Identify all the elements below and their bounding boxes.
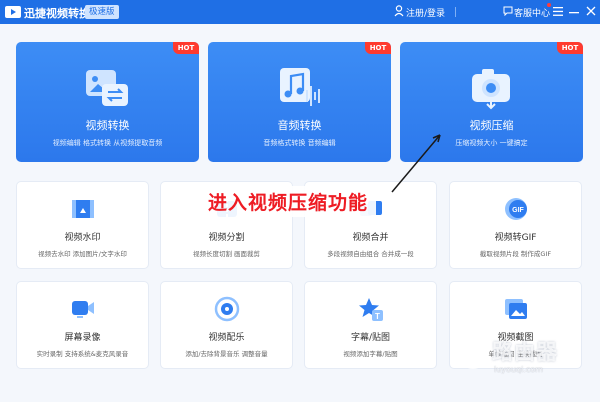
video-watermark-card[interactable]: 视频水印 视频去水印 添加图片/文字水印 <box>16 181 149 269</box>
card-desc: 音频格式转换 音频编辑 <box>263 139 336 147</box>
card-desc: 视频编辑 格式转换 从视频提取音频 <box>52 139 163 147</box>
title-bar: 迅捷视频转换器 极速版 注册/登录 客服中心 <box>0 0 600 24</box>
edition-badge: 极速版 <box>85 5 119 19</box>
card-title: 屏幕录像 <box>64 333 101 343</box>
music-disc-icon <box>214 296 240 322</box>
image-icon <box>505 299 527 319</box>
divider <box>455 7 456 17</box>
card-desc: 多段视频自由组合 合并成一段 <box>327 250 414 258</box>
card-title: 字幕/贴图 <box>350 333 391 343</box>
card-desc: 压缩视频大小 一键搞定 <box>455 139 528 147</box>
watermark: 路由器 luyouqi.com <box>458 336 593 386</box>
video-convert-icon <box>86 70 128 106</box>
screen-record-card[interactable]: 屏幕录像 实时录制 支持系统&麦克风录音 <box>16 281 149 369</box>
card-title: 视频合并 <box>352 233 389 243</box>
svg-text:GIF: GIF <box>512 207 524 214</box>
card-desc: 视频添加字幕/贴图 <box>343 350 398 358</box>
svg-text:T: T <box>375 312 380 321</box>
watermark-url: luyouqi.com <box>494 365 543 374</box>
card-desc: 添加/去除背景音乐 调整音量 <box>185 350 268 358</box>
close-icon[interactable] <box>586 6 596 16</box>
annotation-text: 进入视频压缩功能 <box>200 186 377 217</box>
card-title: 视频水印 <box>64 233 101 243</box>
chat-icon[interactable] <box>503 6 513 16</box>
minimize-icon[interactable] <box>569 7 579 17</box>
card-title: 音频转换 <box>277 119 322 132</box>
help-center-link[interactable]: 客服中心 <box>514 6 550 19</box>
card-title: 视频转换 <box>85 119 130 132</box>
card-desc: 截取视频片段 制作成GIF <box>479 250 552 258</box>
hot-badge: HOT <box>173 42 199 54</box>
video-watermark-icon <box>72 200 94 218</box>
card-desc: 视频长度切割 画面裁剪 <box>192 250 261 258</box>
watermark-text: 路由器 <box>492 340 558 364</box>
card-title: 视频配乐 <box>208 333 245 343</box>
router-logo-icon <box>459 341 487 369</box>
hot-badge: HOT <box>365 42 391 54</box>
screen-record-icon <box>72 301 94 318</box>
video-compress-card[interactable]: HOT 视频压缩 压缩视频大小 一键搞定 <box>400 42 583 162</box>
user-icon[interactable] <box>394 5 404 17</box>
menu-icon[interactable] <box>553 7 563 16</box>
card-desc: 视频去水印 添加图片/文字水印 <box>38 250 127 258</box>
hot-badge: HOT <box>557 42 583 54</box>
video-compress-icon <box>472 69 510 110</box>
audio-convert-icon <box>280 68 320 106</box>
login-link[interactable]: 注册/登录 <box>406 6 445 19</box>
card-desc: 实时录制 支持系统&麦克风录音 <box>36 350 129 358</box>
gif-icon: GIF <box>505 198 527 220</box>
card-title: 视频转GIF <box>494 233 537 243</box>
card-title: 视频分割 <box>208 233 245 243</box>
subtitle-sticker-card[interactable]: T 字幕/贴图 视频添加字幕/贴图 <box>304 281 437 369</box>
notification-dot <box>547 3 551 7</box>
app-logo-icon <box>5 6 21 18</box>
video-to-gif-card[interactable]: GIF 视频转GIF 截取视频片段 制作成GIF <box>449 181 582 269</box>
card-title: 视频压缩 <box>469 119 514 132</box>
video-music-card[interactable]: 视频配乐 添加/去除背景音乐 调整音量 <box>160 281 293 369</box>
audio-convert-card[interactable]: HOT 音频转换 音频格式转换 音频编辑 <box>208 42 391 162</box>
star-text-icon: T <box>359 298 383 321</box>
video-convert-card[interactable]: HOT 视频转换 视频编辑 格式转换 从视频提取音频 <box>16 42 199 162</box>
